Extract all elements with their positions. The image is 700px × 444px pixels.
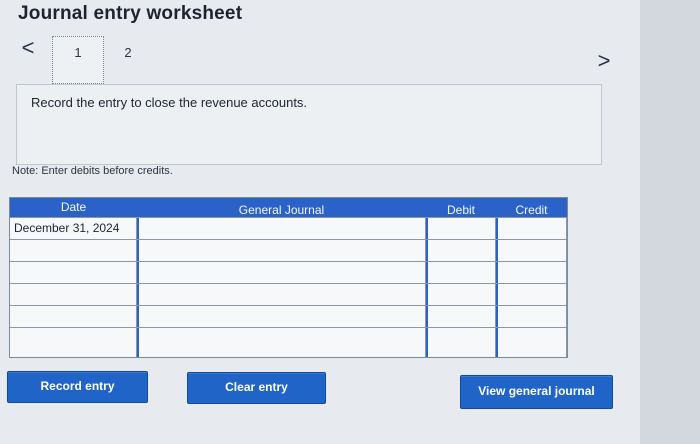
view-general-journal-button[interactable]: View general journal bbox=[460, 375, 613, 409]
credit-cell[interactable] bbox=[496, 284, 567, 305]
date-cell[interactable] bbox=[10, 262, 137, 283]
general-journal-cell[interactable] bbox=[137, 284, 426, 305]
debit-cell[interactable] bbox=[426, 240, 496, 261]
credit-cell[interactable] bbox=[496, 262, 567, 283]
journal-table: Date General Journal Debit Credit Decemb… bbox=[9, 197, 568, 358]
entry-note: Note: Enter debits before credits. bbox=[12, 165, 173, 177]
debit-cell[interactable] bbox=[426, 284, 496, 305]
table-row: December 31, 2024 bbox=[10, 217, 567, 239]
table-row bbox=[10, 283, 567, 305]
table-row bbox=[10, 327, 567, 357]
step-1-tab[interactable]: 1 bbox=[52, 36, 104, 84]
general-journal-cell[interactable] bbox=[137, 328, 426, 357]
date-cell[interactable] bbox=[10, 240, 137, 261]
instruction-box: Record the entry to close the revenue ac… bbox=[16, 84, 602, 165]
debit-cell[interactable] bbox=[426, 328, 496, 357]
date-cell[interactable] bbox=[10, 284, 137, 305]
general-journal-cell[interactable] bbox=[137, 240, 426, 261]
general-journal-cell[interactable] bbox=[137, 262, 426, 283]
instruction-text: Record the entry to close the revenue ac… bbox=[31, 95, 308, 110]
date-cell[interactable] bbox=[10, 306, 137, 327]
debit-cell[interactable] bbox=[426, 306, 496, 327]
credit-cell[interactable] bbox=[496, 218, 567, 239]
table-row bbox=[10, 261, 567, 283]
table-row bbox=[10, 239, 567, 261]
credit-cell[interactable] bbox=[496, 328, 567, 357]
debit-cell[interactable] bbox=[426, 218, 496, 239]
side-background bbox=[640, 0, 700, 444]
step-2-tab[interactable]: 2 bbox=[116, 44, 140, 62]
credit-cell[interactable] bbox=[496, 240, 567, 261]
clear-entry-button[interactable]: Clear entry bbox=[187, 372, 326, 404]
table-row bbox=[10, 305, 567, 327]
chevron-right-icon[interactable]: > bbox=[594, 49, 614, 73]
step-2-label: 2 bbox=[124, 45, 132, 60]
page-title: Journal entry worksheet bbox=[18, 3, 243, 24]
credit-cell[interactable] bbox=[496, 306, 567, 327]
general-journal-cell[interactable] bbox=[137, 306, 426, 327]
date-column-header: Date bbox=[10, 198, 137, 217]
date-cell[interactable] bbox=[10, 328, 137, 357]
general-journal-cell[interactable] bbox=[137, 218, 426, 239]
date-cell[interactable]: December 31, 2024 bbox=[10, 218, 137, 239]
step-1-label: 1 bbox=[74, 45, 82, 60]
debit-cell[interactable] bbox=[426, 262, 496, 283]
chevron-left-icon[interactable]: < bbox=[18, 36, 38, 60]
record-entry-button[interactable]: Record entry bbox=[7, 371, 148, 403]
